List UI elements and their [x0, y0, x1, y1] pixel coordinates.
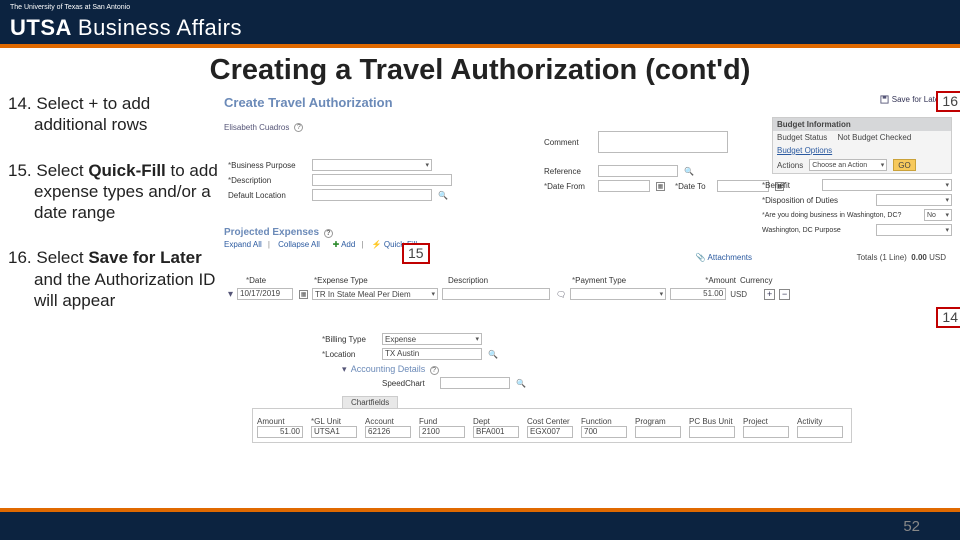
callout-16: 16 [936, 91, 960, 112]
lbl-date-to: Date To [675, 182, 713, 191]
row-description-input[interactable] [442, 288, 550, 300]
cf-project[interactable] [743, 426, 789, 438]
app-screenshot: Create Travel Authorization Save for Lat… [224, 93, 952, 483]
lbl-washington: Are you doing business in Washington, DC… [762, 212, 912, 219]
lbl-date-from: Date From [544, 182, 594, 191]
help-icon[interactable]: ? [430, 366, 439, 375]
row-expense-type-select[interactable]: TR In State Meal Per Diem [312, 288, 438, 300]
benefit-select[interactable] [822, 179, 952, 191]
unit-name: Business Affairs [78, 15, 242, 41]
help-icon[interactable]: ? [294, 123, 303, 132]
cf-program[interactable] [635, 426, 681, 438]
lbl-benefit: Benefit [762, 181, 798, 190]
callout-15: 15 [402, 243, 430, 264]
ut-tagline: The University of Texas at San Antonio [10, 4, 242, 11]
footer-bar: 52 [0, 508, 960, 540]
save-icon [880, 95, 889, 104]
lbl-speedchart: SpeedChart [382, 379, 436, 388]
remove-row-button[interactable]: − [779, 289, 790, 300]
expand-row-toggle[interactable]: ▾ [228, 289, 233, 300]
collapse-toggle[interactable]: ▾ [342, 364, 347, 374]
col-expense-type: Expense Type [314, 276, 444, 285]
page-number: 52 [903, 518, 920, 535]
callout-14: 14 [936, 307, 960, 328]
expense-row: ▾ 10/17/2019▦ TR In State Meal Per Diem … [228, 288, 946, 300]
business-purpose-select[interactable] [312, 159, 432, 171]
cf-glunit[interactable]: UTSA1 [311, 426, 357, 438]
col-payment-type: Payment Type [572, 276, 672, 285]
step-15: 15. Select Quick-Fill to add expense typ… [8, 160, 218, 224]
add-row-button[interactable]: + [764, 289, 775, 300]
lookup-icon[interactable]: 🗨 [556, 290, 566, 299]
chartfields-tab[interactable]: Chartfields [342, 396, 398, 408]
cf-cc[interactable]: EGX007 [527, 426, 573, 438]
budget-options-link[interactable]: Budget Options [777, 146, 832, 155]
user-name: Elisabeth Cuadros? [224, 123, 303, 132]
budget-header: Budget Information [773, 118, 951, 131]
row-payment-type-select[interactable] [570, 288, 666, 300]
lbl-description: Description [228, 176, 308, 185]
utsa-logo-text: UTSA [10, 15, 72, 41]
cf-pcbu[interactable] [689, 426, 735, 438]
step-14: 14. Select + to add additional rows [8, 93, 218, 136]
budget-info-box: Budget Information Budget Status Not Bud… [772, 117, 952, 174]
col-description: Description [448, 276, 568, 285]
form-title: Create Travel Authorization [224, 93, 952, 116]
col-date: Date [246, 276, 310, 285]
save-for-later-link[interactable]: Save for Later [880, 95, 942, 104]
actions-select[interactable]: Choose an Action [809, 159, 887, 171]
steps-panel: 14. Select + to add additional rows 15. … [8, 93, 218, 483]
projected-header: Projected Expenses ? [224, 227, 952, 238]
cf-dept[interactable]: BFA001 [473, 426, 519, 438]
calendar-icon[interactable]: ▦ [299, 290, 308, 299]
chartfields-table: Amount51.00 GL UnitUTSA1 Account62126 Fu… [257, 417, 847, 438]
cf-fund[interactable]: 2100 [419, 426, 465, 438]
default-location-input[interactable] [312, 189, 432, 201]
disposition-select[interactable] [876, 194, 952, 206]
speedchart-input[interactable] [440, 377, 510, 389]
location-input[interactable]: TX Austin [382, 348, 482, 360]
cf-activity[interactable] [797, 426, 843, 438]
col-amount: Amount [676, 276, 736, 285]
cf-account[interactable]: 62126 [365, 426, 411, 438]
accounting-header: Accounting Details [351, 364, 426, 374]
lbl-disposition: Disposition of Duties [762, 196, 852, 205]
description-input[interactable] [312, 174, 452, 186]
cf-amount[interactable]: 51.00 [257, 426, 303, 438]
lookup-icon[interactable]: 🔍 [516, 379, 526, 388]
billing-type-select[interactable]: Expense [382, 333, 482, 345]
attachments-link[interactable]: 📎Attachments [696, 253, 752, 262]
header-bar: The University of Texas at San Antonio U… [0, 0, 960, 48]
lbl-default-location: Default Location [228, 191, 308, 200]
row-amount-input[interactable]: 51.00 [670, 288, 726, 300]
washington-select[interactable]: No [924, 209, 952, 221]
lbl-reference: Reference [544, 167, 594, 176]
slide-title: Creating a Travel Authorization (cont'd) [0, 54, 960, 87]
date-from-input[interactable] [598, 180, 650, 192]
paperclip-icon: 📎 [696, 253, 706, 262]
help-icon[interactable]: ? [324, 229, 333, 238]
row-date-input[interactable]: 10/17/2019 [237, 288, 293, 300]
comment-input[interactable] [598, 131, 728, 153]
lbl-location: Location [322, 350, 378, 359]
collapse-all-link[interactable]: Collapse All [278, 240, 320, 249]
cf-func[interactable]: 700 [581, 426, 627, 438]
add-link[interactable]: ✚ Add [333, 240, 356, 249]
totals-line: Totals (1 Line) 0.00 USD [857, 253, 946, 262]
lbl-business-purpose: Business Purpose [228, 161, 308, 170]
expand-all-link[interactable]: Expand All [224, 240, 262, 249]
lbl-comment: Comment [544, 138, 594, 147]
lookup-icon[interactable]: 🔍 [684, 167, 694, 176]
step-16: 16. Select Save for Later and the Author… [8, 247, 218, 311]
lbl-billing-type: Billing Type [322, 335, 378, 344]
lookup-icon[interactable]: 🔍 [488, 350, 498, 359]
col-currency: Currency [740, 276, 784, 285]
calendar-icon[interactable]: ▦ [656, 182, 665, 191]
lookup-icon[interactable]: 🔍 [438, 191, 448, 200]
go-button[interactable]: GO [893, 159, 915, 171]
reference-input[interactable] [598, 165, 678, 177]
row-currency: USD [730, 290, 760, 299]
